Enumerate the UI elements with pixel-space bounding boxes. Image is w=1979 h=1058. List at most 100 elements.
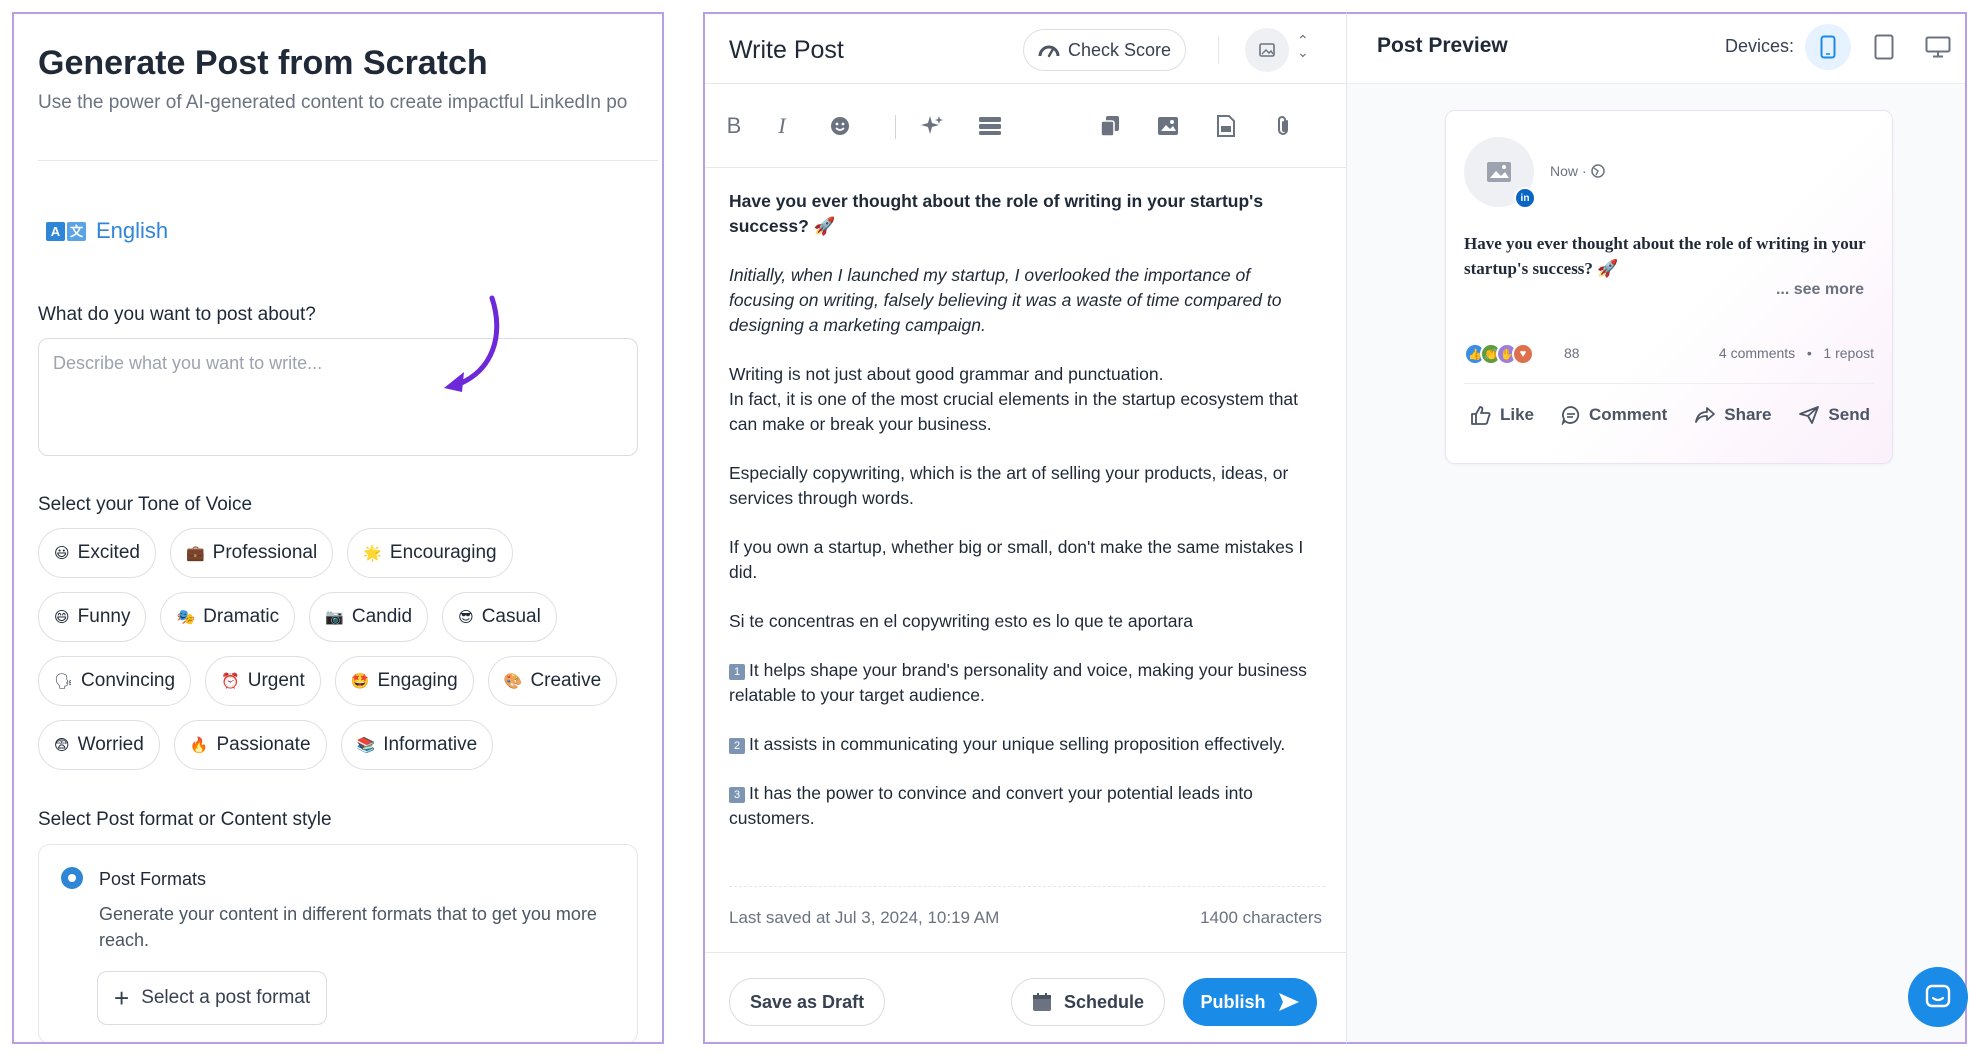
hook-template-icon[interactable] bbox=[975, 111, 1005, 141]
check-score-button[interactable]: Check Score bbox=[1023, 29, 1187, 71]
tone-chip-passionate[interactable]: 🔥 Passionate bbox=[173, 720, 327, 770]
language-selector[interactable]: A文 English bbox=[46, 218, 168, 244]
document-icon[interactable] bbox=[1211, 111, 1241, 141]
chat-support-button[interactable] bbox=[1908, 967, 1968, 1027]
editor-paragraph-text: Si te concentras en el copywriting esto … bbox=[729, 611, 1194, 631]
tablet-device-icon[interactable] bbox=[1861, 24, 1907, 70]
select-format-button[interactable]: + Select a post format bbox=[97, 971, 328, 1025]
divider bbox=[705, 952, 1346, 953]
post-actions: Like Comment Share Send bbox=[1470, 405, 1870, 425]
tone-chip-creative[interactable]: 🎨 Creative bbox=[487, 656, 618, 706]
editor-line: In fact, it is one of the most crucial e… bbox=[729, 389, 1299, 434]
tone-label-text: Worried bbox=[77, 734, 144, 755]
tone-label-text: Candid bbox=[351, 606, 413, 627]
tone-emoji-icon: 😎 bbox=[458, 609, 474, 626]
mobile-device-icon[interactable] bbox=[1805, 24, 1851, 70]
editor-paragraph-text: It has the power to convince and convert… bbox=[729, 783, 1253, 828]
save-draft-button[interactable]: Save as Draft bbox=[729, 978, 886, 1026]
editor-paragraph: 2 It assists in communicating your unique… bbox=[729, 732, 1319, 757]
engagement-stats: 4 comments • 1 repost bbox=[1718, 345, 1874, 361]
tone-chip-funny[interactable]: 😄 Funny bbox=[38, 592, 147, 642]
tone-chip-encouraging[interactable]: 🌟 Encouraging bbox=[347, 528, 513, 578]
tone-label-text: Urgent bbox=[247, 670, 305, 691]
tone-emoji-icon: 💼 bbox=[185, 545, 205, 562]
tone-emoji-icon: 🌟 bbox=[363, 545, 382, 562]
attachment-icon[interactable] bbox=[1269, 111, 1299, 141]
comment-label: Comment bbox=[1588, 405, 1668, 424]
format-option-desc: Generate your content in different forma… bbox=[99, 904, 597, 950]
send-icon bbox=[1799, 406, 1820, 424]
post-preview-panel: Post Preview Devices: in Now · Have you … bbox=[1347, 12, 1967, 1044]
publish-label: Publish bbox=[1200, 991, 1266, 1012]
copy-icon[interactable] bbox=[1095, 111, 1125, 141]
tone-emoji-icon: 😨 bbox=[54, 737, 70, 754]
page-title: Generate Post from Scratch bbox=[38, 44, 488, 82]
tone-chip-convincing[interactable]: 🗣 Convincing bbox=[38, 656, 192, 706]
translate-icon: A文 bbox=[46, 221, 86, 241]
number-emoji-icon: 2 bbox=[729, 738, 745, 754]
page-subtitle: Use the power of AI-generated content to… bbox=[38, 92, 628, 113]
tone-label-text: Funny bbox=[77, 606, 131, 627]
post-editor[interactable]: Have you ever thought about the role of … bbox=[729, 189, 1319, 855]
send-label: Send bbox=[1828, 405, 1870, 424]
chevron-up-down-icon[interactable]: ⌃ ⌄ bbox=[1297, 33, 1309, 59]
bold-icon[interactable]: B bbox=[719, 111, 749, 141]
desktop-device-icon[interactable] bbox=[1915, 24, 1961, 70]
reaction-summary: 👍 👏 ✋ ♥ 88 4 comments • 1 repost bbox=[1464, 341, 1874, 369]
thumbs-up-icon bbox=[1471, 406, 1491, 425]
tone-chip-candid[interactable]: 📷 Candid bbox=[309, 592, 429, 642]
format-option-card[interactable]: Post Formats Generate your content in di… bbox=[38, 844, 638, 1042]
divider bbox=[729, 886, 1325, 887]
schedule-button[interactable]: Schedule bbox=[1011, 978, 1166, 1026]
tone-label-text: Dramatic bbox=[203, 606, 280, 627]
reaction-icons: 👍 👏 ✋ ♥ bbox=[1464, 343, 1534, 365]
number-emoji-icon: 1 bbox=[729, 664, 745, 680]
share-action[interactable]: Share bbox=[1694, 405, 1772, 425]
tone-label-text: Casual bbox=[481, 606, 541, 627]
tone-chip-informative[interactable]: 📚 Informative bbox=[340, 720, 494, 770]
editor-paragraph: Writing is not just about good grammar a… bbox=[729, 362, 1319, 437]
publish-button[interactable]: Publish bbox=[1183, 978, 1317, 1026]
image-icon[interactable] bbox=[1153, 111, 1183, 141]
emoji-icon[interactable] bbox=[825, 111, 855, 141]
tone-chip-urgent[interactable]: ⏰ Urgent bbox=[205, 656, 321, 706]
like-label: Like bbox=[1500, 405, 1535, 424]
editor-paragraph: Si te concentras en el copywriting esto … bbox=[729, 609, 1319, 634]
comment-action[interactable]: Comment bbox=[1561, 405, 1667, 425]
image-selector[interactable] bbox=[1245, 28, 1289, 72]
divider bbox=[1464, 383, 1874, 384]
post-topic-input[interactable] bbox=[38, 338, 638, 456]
tone-chip-worried[interactable]: 😨 Worried bbox=[38, 720, 160, 770]
italic-icon[interactable]: I bbox=[767, 111, 797, 141]
editor-paragraph: 3 It has the power to convince and conver… bbox=[729, 781, 1319, 831]
language-label: English bbox=[96, 218, 169, 243]
divider bbox=[38, 160, 658, 161]
like-action[interactable]: Like bbox=[1470, 405, 1534, 425]
tone-chip-professional[interactable]: 💼 Professional bbox=[169, 528, 334, 578]
send-action[interactable]: Send bbox=[1798, 405, 1870, 425]
divider bbox=[895, 115, 896, 139]
tone-chip-excited[interactable]: 😃 Excited bbox=[38, 528, 156, 578]
tone-emoji-icon: ⏰ bbox=[221, 673, 240, 690]
tone-chip-dramatic[interactable]: 🎭 Dramatic bbox=[160, 592, 296, 642]
globe-icon bbox=[1590, 164, 1605, 178]
tone-emoji-icon: 🤩 bbox=[350, 673, 370, 690]
tone-emoji-icon: 😄 bbox=[54, 609, 70, 626]
schedule-label: Schedule bbox=[1064, 991, 1145, 1012]
preview-header: Post Preview Devices: bbox=[1347, 14, 1965, 84]
tone-chip-engaging[interactable]: 🤩 Engaging bbox=[334, 656, 474, 706]
arrow-annotation-icon bbox=[444, 295, 500, 392]
last-saved-text: Last saved at Jul 3, 2024, 10:19 AM bbox=[729, 908, 1000, 927]
share-icon bbox=[1695, 407, 1716, 423]
tone-row: 🗣 Convincing ⏰ Urgent 🤩 Engaging 🎨 Creative bbox=[38, 656, 658, 706]
tone-chip-casual[interactable]: 😎 Casual bbox=[442, 592, 557, 642]
tone-label-text: Creative bbox=[530, 670, 602, 691]
tone-label-text: Encouraging bbox=[389, 542, 497, 563]
see-more-link[interactable]: ... see more bbox=[1776, 281, 1864, 299]
linkedin-icon: in bbox=[1514, 187, 1536, 209]
ai-sparkle-icon[interactable] bbox=[917, 111, 947, 141]
post-time: Now · bbox=[1550, 163, 1605, 179]
format-radio[interactable] bbox=[61, 867, 83, 889]
tone-chip-group: 😃 Excited 💼 Professional 🌟 Encouraging 😄 Funny 🎭… bbox=[38, 528, 658, 784]
linkedin-post-card: in Now · Have you ever thought about the… bbox=[1445, 110, 1893, 464]
